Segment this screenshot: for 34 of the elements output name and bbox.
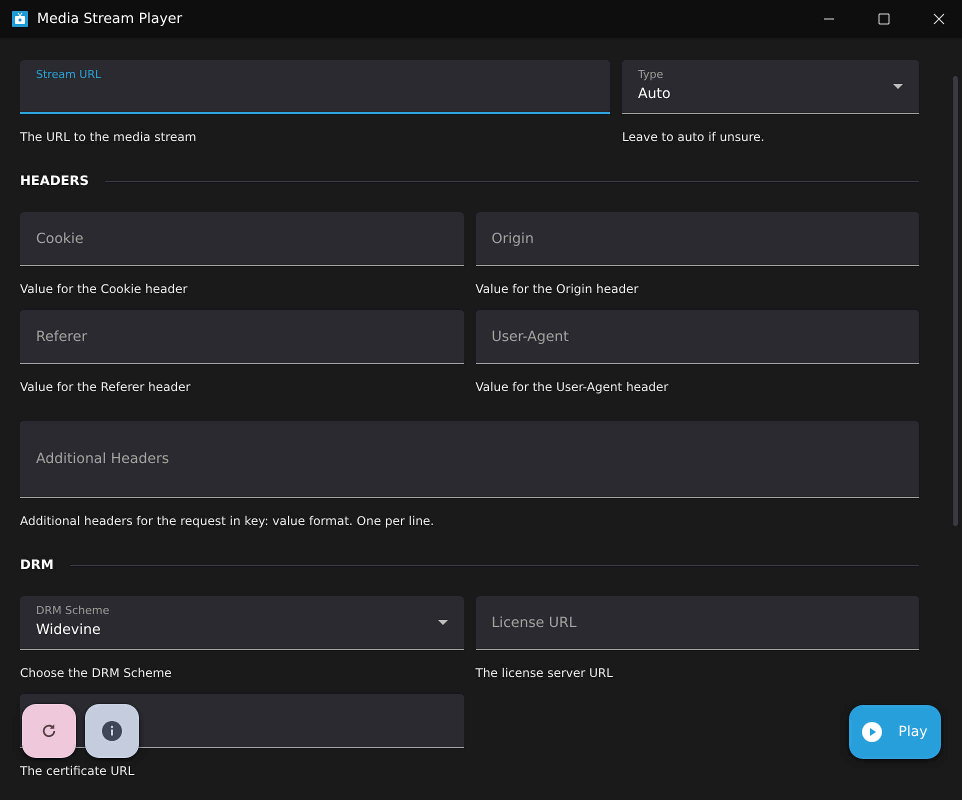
helper-text: The URL to the media stream — [20, 130, 196, 144]
info-button[interactable] — [85, 704, 139, 758]
dropdown-icon — [893, 84, 903, 89]
refresh-button[interactable] — [22, 704, 76, 758]
select-field[interactable]: Type Auto — [622, 60, 919, 114]
input-field[interactable]: Referer — [20, 310, 464, 364]
select-field[interactable]: DRM Scheme Widevine — [20, 596, 464, 650]
helper-text: Value for the Referer header — [20, 380, 190, 394]
section-heading: DRM — [20, 558, 54, 572]
input-field[interactable]: User-Agent — [476, 310, 919, 364]
maximize-icon — [878, 13, 890, 25]
input-field[interactable]: Additional Headers — [20, 421, 919, 498]
input-field[interactable]: Cookie — [20, 212, 464, 266]
helper-text: The certificate URL — [20, 764, 134, 778]
field-label: Stream URL — [36, 68, 102, 81]
helper-text: Choose the DRM Scheme — [20, 666, 172, 680]
window-title: Media Stream Player — [37, 11, 184, 27]
input-field[interactable]: License URL — [476, 596, 919, 650]
info-icon — [102, 721, 122, 741]
input-field[interactable]: Origin — [476, 212, 919, 266]
helper-text: Value for the User-Agent header — [476, 380, 668, 394]
input-field[interactable] — [20, 60, 610, 114]
section-heading: HEADERS — [20, 174, 89, 188]
helper-text: Value for the Origin header — [476, 282, 638, 296]
close-icon — [933, 13, 945, 25]
helper-text: The license server URL — [476, 666, 613, 680]
play-icon — [862, 722, 882, 742]
dropdown-icon — [438, 620, 448, 625]
helper-text: Value for the Cookie header — [20, 282, 188, 296]
helper-text: Leave to auto if unsure. — [622, 130, 764, 144]
refresh-icon — [40, 722, 58, 740]
helper-text: Additional headers for the request in key: value format. One per line. — [20, 514, 434, 528]
tv-icon — [12, 11, 28, 27]
scrollbar[interactable] — [952, 76, 958, 526]
